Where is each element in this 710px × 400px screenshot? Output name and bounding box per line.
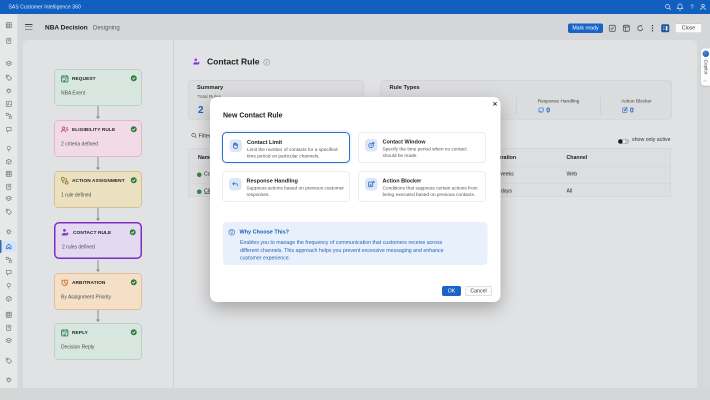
- svg-text:?: ?: [690, 5, 694, 11]
